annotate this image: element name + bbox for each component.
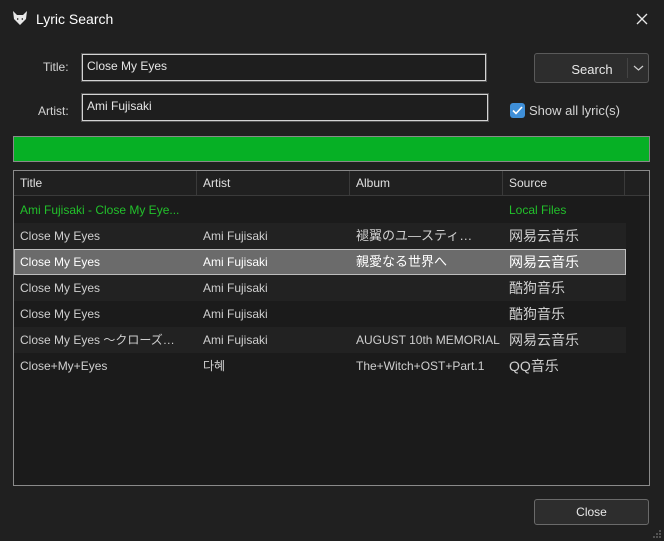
- cell-artist: Ami Fujisaki: [203, 333, 268, 347]
- cell-title: Close My Eyes: [20, 307, 101, 321]
- cell-source: 网易云音乐: [509, 332, 579, 348]
- cell-album: AUGUST 10th MEMORIAL: [356, 333, 500, 347]
- cell-source: QQ音乐: [509, 358, 559, 374]
- cell-album: [350, 197, 503, 223]
- search-progress-bar: [13, 136, 650, 162]
- close-icon[interactable]: [630, 7, 654, 31]
- show-all-checkbox[interactable]: [510, 103, 525, 118]
- cell-source: 酷狗音乐: [509, 280, 565, 296]
- column-header-title[interactable]: Title: [14, 171, 197, 196]
- cell-album: 褪翼のユ―スティ…: [356, 228, 473, 243]
- resize-grip-icon[interactable]: [652, 529, 662, 539]
- cell-title: Ami Fujisaki - Close My Eye...: [20, 203, 180, 217]
- cell-title: Close My Eyes: [20, 281, 101, 295]
- cell-title: Close+My+Eyes: [20, 359, 108, 373]
- artist-input[interactable]: Ami Fujisaki: [81, 93, 489, 122]
- search-button-label: Search: [571, 62, 613, 77]
- cell-title: Close My Eyes 〜クローズ…: [20, 333, 175, 347]
- cell-artist: Ami Fujisaki: [203, 281, 268, 295]
- table-row[interactable]: Close My Eyes Ami Fujisaki 酷狗音乐: [14, 301, 626, 327]
- title-bar: Lyric Search: [0, 0, 664, 38]
- close-button[interactable]: Close: [534, 499, 649, 525]
- checkmark-icon: [512, 106, 523, 115]
- table-row[interactable]: Close My Eyes Ami Fujisaki 酷狗音乐: [14, 275, 626, 301]
- column-header-album[interactable]: Album: [350, 171, 503, 196]
- cell-artist: Ami Fujisaki: [203, 307, 268, 321]
- cell-title: Close My Eyes: [20, 229, 101, 243]
- table-row[interactable]: Close+My+Eyes 다혜 The+Witch+OST+Part.1 QQ…: [14, 353, 626, 379]
- split-divider: [627, 58, 628, 78]
- table-row[interactable]: Close My Eyes 〜クローズ… Ami Fujisaki AUGUST…: [14, 327, 626, 353]
- cell-artist: Ami Fujisaki: [203, 255, 268, 269]
- table-row[interactable]: Ami Fujisaki - Close My Eye... Local Fil…: [14, 197, 626, 223]
- cell-album: [350, 301, 503, 327]
- cell-album: The+Witch+OST+Part.1: [356, 359, 485, 373]
- title-label: Title:: [43, 60, 69, 74]
- table-body: Ami Fujisaki - Close My Eye... Local Fil…: [14, 197, 649, 379]
- cell-source: 网易云音乐: [509, 254, 579, 270]
- progress-fill: [14, 137, 649, 161]
- cell-source: Local Files: [509, 203, 567, 217]
- cell-artist: Ami Fujisaki: [203, 229, 268, 243]
- fox-head-icon: [13, 11, 27, 25]
- column-header-source[interactable]: Source: [503, 171, 625, 196]
- search-button[interactable]: Search: [534, 53, 649, 83]
- show-all-label[interactable]: Show all lyric(s): [529, 103, 620, 118]
- cell-title: Close My Eyes: [20, 255, 101, 269]
- title-input[interactable]: Close My Eyes: [81, 53, 487, 82]
- cell-source: 网易云音乐: [509, 228, 579, 244]
- results-table[interactable]: Title Artist Album Source Ami Fujisaki -…: [13, 170, 650, 486]
- cell-artist: [197, 197, 350, 223]
- chevron-down-icon[interactable]: [633, 64, 644, 72]
- table-row[interactable]: Close My Eyes Ami Fujisaki 褪翼のユ―スティ… 网易云…: [14, 223, 626, 249]
- table-row-selected[interactable]: Close My Eyes Ami Fujisaki 親愛なる世界へ 网易云音乐: [14, 249, 626, 275]
- cell-album: 親愛なる世界へ: [356, 254, 448, 269]
- column-header-artist[interactable]: Artist: [197, 171, 350, 196]
- cell-album: [350, 275, 503, 301]
- cell-source: 酷狗音乐: [509, 306, 565, 322]
- table-header: Title Artist Album Source: [14, 171, 649, 196]
- artist-label: Artist:: [38, 104, 69, 118]
- window-title: Lyric Search: [36, 11, 114, 27]
- cell-artist: 다혜: [203, 359, 226, 373]
